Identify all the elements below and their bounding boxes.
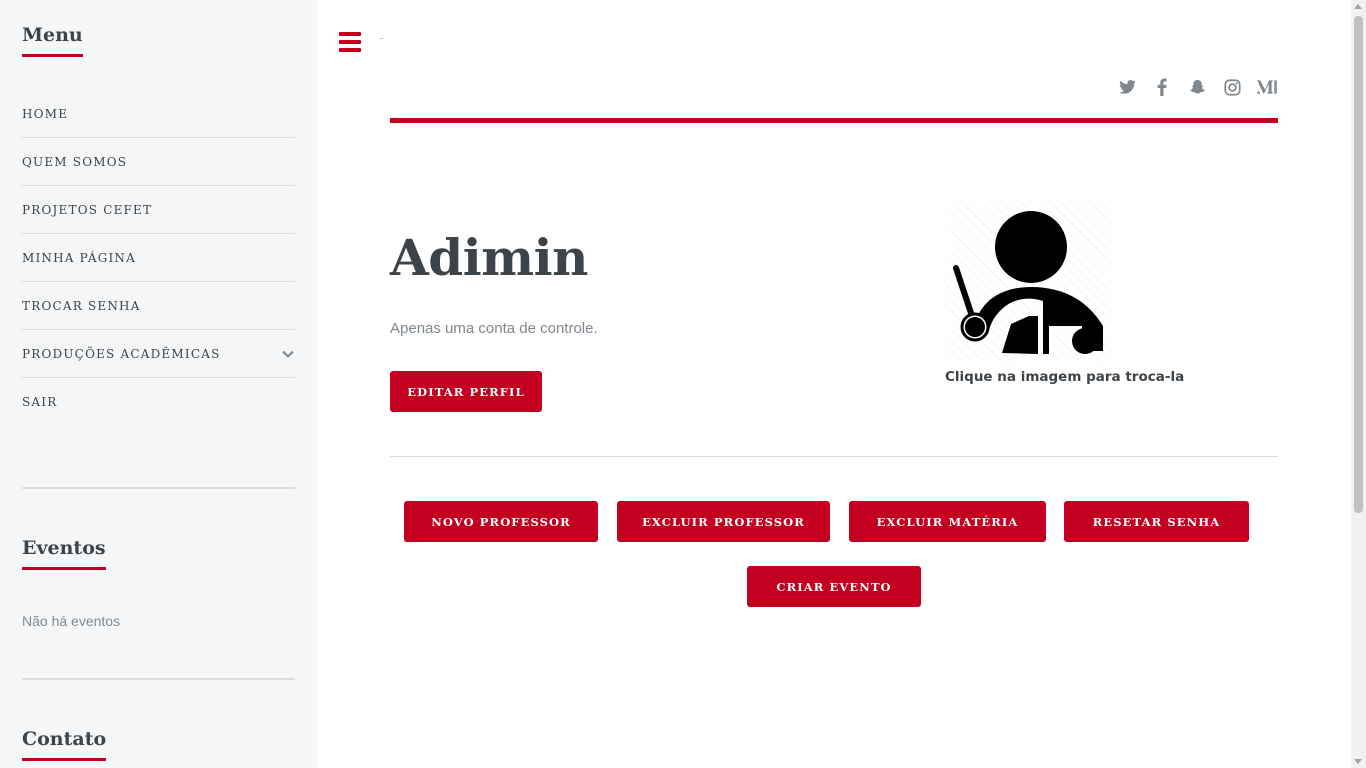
sidebar-item-minha-pagina[interactable]: MINHA PÁGINA: [22, 234, 295, 282]
delete-subject-button[interactable]: EXCLUIR MATÉRIA: [849, 501, 1046, 542]
sidebar-item-label: PRODUÇÕES ACADÊMICAS: [22, 346, 221, 361]
social-icons: [1116, 77, 1278, 97]
hamburger-icon[interactable]: [339, 32, 361, 52]
sidebar-item-label: TROCAR SENHA: [22, 298, 141, 313]
sidebar-item-quem-somos[interactable]: QUEM SOMOS: [22, 138, 295, 186]
sidebar-divider: [22, 678, 295, 680]
facebook-icon[interactable]: [1151, 77, 1173, 97]
medium-icon[interactable]: [1256, 77, 1278, 97]
menu-heading-underline: [22, 54, 83, 57]
header-logo-placeholder: [380, 38, 383, 39]
section-divider: [390, 456, 1278, 457]
create-event-button[interactable]: CRIAR EVENTO: [747, 566, 921, 607]
scrollbar-thumb[interactable]: [1354, 16, 1363, 513]
twitter-icon[interactable]: [1116, 77, 1138, 97]
delete-teacher-button[interactable]: EXCLUIR PROFESSOR: [617, 501, 830, 542]
sidebar-item-label: PROJETOS CEFET: [22, 202, 153, 217]
events-heading-text: Eventos: [22, 537, 106, 559]
chevron-down-icon[interactable]: [281, 347, 295, 361]
contact-heading: Contato: [22, 728, 107, 761]
profile-name: Adimin: [390, 228, 589, 287]
contact-heading-text: Contato: [22, 728, 107, 750]
sidebar-item-trocar-senha[interactable]: TROCAR SENHA: [22, 282, 295, 330]
events-heading-underline: [22, 567, 106, 570]
sidebar-item-label: QUEM SOMOS: [22, 154, 128, 169]
sidebar-item-projetos-cefet[interactable]: PROJETOS CEFET: [22, 186, 295, 234]
sidebar-menu: HOME QUEM SOMOS PROJETOS CEFET MINHA PÁG…: [22, 90, 295, 426]
sidebar-item-label: HOME: [22, 106, 69, 121]
sidebar-item-label: MINHA PÁGINA: [22, 250, 137, 265]
sidebar-divider: [22, 487, 295, 489]
events-heading: Eventos: [22, 537, 106, 570]
scroll-down-icon[interactable]: [1354, 759, 1362, 764]
reset-password-button[interactable]: RESETAR SENHA: [1064, 501, 1249, 542]
sidebar-item-home[interactable]: HOME: [22, 90, 295, 138]
sidebar-item-sair[interactable]: SAIR: [22, 378, 295, 426]
instagram-icon[interactable]: [1221, 77, 1243, 97]
sidebar-item-label: SAIR: [22, 395, 58, 409]
sidebar: Menu HOME QUEM SOMOS PROJETOS CEFET MINH…: [0, 0, 317, 768]
scroll-up-icon[interactable]: [1354, 4, 1362, 9]
menu-heading: Menu: [22, 24, 83, 57]
snapchat-icon[interactable]: [1186, 77, 1208, 97]
avatar-caption: Clique na imagem para troca-la: [945, 369, 1185, 385]
teacher-reading-icon: [953, 211, 1103, 354]
sidebar-item-producoes-academicas[interactable]: PRODUÇÕES ACADÊMICAS: [22, 330, 295, 378]
menu-heading-text: Menu: [22, 24, 83, 46]
profile-description: Apenas uma conta de controle.: [390, 320, 598, 337]
events-empty-text: Não há eventos: [22, 613, 121, 629]
page-scrollbar[interactable]: [1351, 0, 1366, 768]
header-divider: [390, 118, 1278, 123]
new-teacher-button[interactable]: NOVO PROFESSOR: [404, 501, 598, 542]
profile-avatar[interactable]: [946, 201, 1111, 364]
edit-profile-button[interactable]: EDITAR PERFIL: [390, 371, 542, 412]
contact-heading-underline: [22, 758, 107, 761]
